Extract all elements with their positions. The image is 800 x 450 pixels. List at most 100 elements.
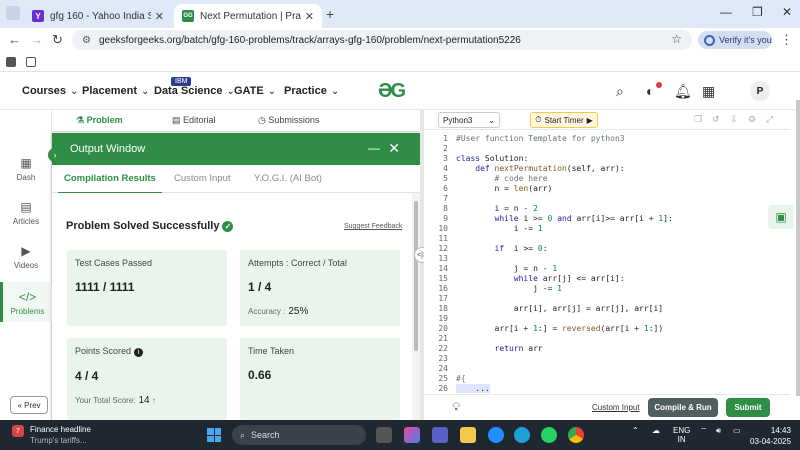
sidenav-item-articles[interactable]: ▤ Articles xyxy=(0,200,52,226)
code-line[interactable]: 3 class Solution: xyxy=(424,154,790,164)
reset-icon[interactable]: ↺ xyxy=(712,114,720,125)
translate-icon[interactable]: ▦ xyxy=(702,83,715,100)
settings-icon[interactable]: ⚙ xyxy=(748,114,756,125)
fullscreen-icon[interactable]: ⤢ xyxy=(766,114,773,125)
teams-icon[interactable] xyxy=(432,427,448,443)
code-line[interactable]: 16 j -= 1 xyxy=(424,284,790,294)
close-icon[interactable]: ✕ xyxy=(388,140,400,157)
browser-menu-icon[interactable]: ⋮ xyxy=(780,32,793,48)
code-line[interactable]: 22 return arr xyxy=(424,344,790,354)
code-line[interactable]: 6 n = len(arr) xyxy=(424,184,790,194)
compile-run-button[interactable]: Compile & Run xyxy=(648,398,718,417)
task-view-icon[interactable] xyxy=(376,427,392,443)
close-tab-icon[interactable]: ✕ xyxy=(305,10,314,23)
reload-icon[interactable]: ↻ xyxy=(52,32,63,48)
bookmark-app-icon[interactable] xyxy=(6,57,16,67)
code-line[interactable]: 7 xyxy=(424,194,790,204)
edge-icon[interactable] xyxy=(514,427,530,443)
news-widget[interactable]: 7 Finance headline Trump's tariffs... xyxy=(12,424,91,446)
code-line[interactable]: 15 while arr[j] <= arr[i]: xyxy=(424,274,790,284)
prev-button[interactable]: « Prev xyxy=(10,396,48,414)
tab-custom-input[interactable]: Custom Input xyxy=(174,173,231,184)
lightbulb-icon[interactable]: 💡︎ xyxy=(452,400,460,415)
code-line[interactable]: 10 i -= 1 xyxy=(424,224,790,234)
wifi-icon[interactable]: ⌔ xyxy=(700,426,708,436)
submit-button[interactable]: Submit xyxy=(726,398,770,417)
code-line[interactable]: 1 #User function Template for python3 xyxy=(424,134,790,144)
code-line[interactable]: 2 xyxy=(424,144,790,154)
site-info-icon[interactable]: ⚙ xyxy=(82,35,91,46)
menu-courses[interactable]: Courses ⌄ xyxy=(22,85,78,97)
code-line[interactable]: 8 i = n - 2 xyxy=(424,204,790,214)
dark-mode-icon[interactable]: ◐ xyxy=(646,83,654,99)
suggest-feedback-link[interactable]: Suggest Feedback xyxy=(344,223,402,230)
system-clock[interactable]: 14:43 03-04-2025 xyxy=(750,425,791,447)
windows-start-icon[interactable] xyxy=(207,428,221,442)
browser-tab-yahoo[interactable]: Y gfg 160 - Yahoo India Search Re ✕ xyxy=(24,4,172,28)
back-icon[interactable]: ← xyxy=(8,32,21,47)
code-line[interactable]: 12 if i >= 0: xyxy=(424,244,790,254)
sidenav-item-problems[interactable]: </> Problems xyxy=(0,282,52,322)
tab-yogi-ai-bot[interactable]: Y.O.G.I. (AI Bot) xyxy=(254,173,322,184)
gfg-logo-icon[interactable]: ƏG xyxy=(378,80,406,103)
url-field[interactable]: ⚙ geeksforgeeks.org/batch/gfg-160-proble… xyxy=(72,30,692,50)
minimize-icon[interactable]: — xyxy=(368,141,380,155)
search-icon[interactable]: ⌕ xyxy=(616,83,624,100)
menu-practice[interactable]: Practice ⌄ xyxy=(284,85,339,97)
browser-tab-gfg[interactable]: GG Next Permutation | Practice | Ge ✕ xyxy=(174,4,322,28)
new-tab-icon[interactable]: + xyxy=(326,6,334,22)
chat-icon[interactable]: ▣ xyxy=(768,205,794,229)
language-indicator[interactable]: ENG IN xyxy=(673,426,690,444)
code-line[interactable]: 25 #{ xyxy=(424,374,790,384)
whatsapp-icon[interactable] xyxy=(541,427,557,443)
verify-button[interactable]: Verify it's you xyxy=(698,31,772,49)
tab-submissions[interactable]: ◷ Submissions xyxy=(258,115,319,126)
code-line[interactable]: 14 j = n - 1 xyxy=(424,264,790,274)
close-tab-icon[interactable]: ✕ xyxy=(155,10,164,23)
menu-data-science[interactable]: Data Science ⌄ xyxy=(154,85,235,97)
maximize-window-icon[interactable]: ❐ xyxy=(752,5,763,19)
info-icon[interactable]: i xyxy=(134,348,144,357)
tab-compilation-results[interactable]: Compilation Results xyxy=(58,173,162,194)
tab-editorial[interactable]: ▤ Editorial xyxy=(172,115,216,126)
code-line[interactable]: 13 xyxy=(424,254,790,264)
sidenav-item-dash[interactable]: ▦ Dash xyxy=(0,156,52,182)
custom-input-link[interactable]: Custom Input xyxy=(592,403,640,412)
app-icon[interactable] xyxy=(488,427,504,443)
menu-placement[interactable]: Placement ⌄ xyxy=(82,85,149,97)
copilot-icon[interactable] xyxy=(404,427,420,443)
avatar[interactable]: P xyxy=(750,81,770,101)
language-select[interactable]: Python3 ⌄ xyxy=(438,112,500,128)
minimize-window-icon[interactable]: — xyxy=(720,5,732,19)
bookmark-star-icon[interactable]: ☆ xyxy=(671,32,682,46)
taskbar-search[interactable]: ⌕ Search xyxy=(232,425,366,445)
code-line[interactable]: 18 arr[i], arr[j] = arr[j], arr[i] xyxy=(424,304,790,314)
menu-gate[interactable]: GATE ⌄ xyxy=(234,85,276,97)
code-line[interactable]: 17 xyxy=(424,294,790,304)
code-line[interactable]: 26 ... xyxy=(424,384,790,394)
chrome-icon[interactable] xyxy=(568,427,584,443)
close-window-icon[interactable]: ✕ xyxy=(782,5,792,19)
code-line[interactable]: 19 xyxy=(424,314,790,324)
code-editor[interactable]: 1 #User function Template for python3 2 3 cl… xyxy=(424,132,790,394)
cloud-icon[interactable]: ☁ xyxy=(652,426,660,435)
expand-arrow-icon[interactable]: › xyxy=(48,148,62,162)
copy-icon[interactable]: ❐ xyxy=(694,114,702,125)
tab-search-icon[interactable] xyxy=(6,6,20,20)
code-line[interactable]: 20 arr[i + 1:] = reversed(arr[i + 1:]) xyxy=(424,324,790,334)
code-line[interactable]: 23 xyxy=(424,354,790,364)
bell-icon[interactable]: 🔔︎ xyxy=(674,83,692,100)
code-line[interactable]: 11 xyxy=(424,234,790,244)
file-explorer-icon[interactable] xyxy=(460,427,476,443)
download-icon[interactable]: ⇩ xyxy=(730,114,738,125)
code-line[interactable]: 24 xyxy=(424,364,790,374)
apps-grid-icon[interactable] xyxy=(26,57,36,67)
output-scrollbar[interactable] xyxy=(414,201,418,351)
code-line[interactable]: 9 while i >= 0 and arr[i]>= arr[i + 1]: xyxy=(424,214,790,224)
code-line[interactable]: 5 # code here xyxy=(424,174,790,184)
show-hidden-icons-icon[interactable]: ⌃ xyxy=(632,426,639,435)
editor-scrollbar[interactable] xyxy=(796,100,800,396)
code-line[interactable]: 4 def nextPermutation(self, arr): xyxy=(424,164,790,174)
tab-problem[interactable]: ⚗ Problem xyxy=(76,115,123,126)
volume-icon[interactable]: 🔊︎ xyxy=(716,426,721,436)
